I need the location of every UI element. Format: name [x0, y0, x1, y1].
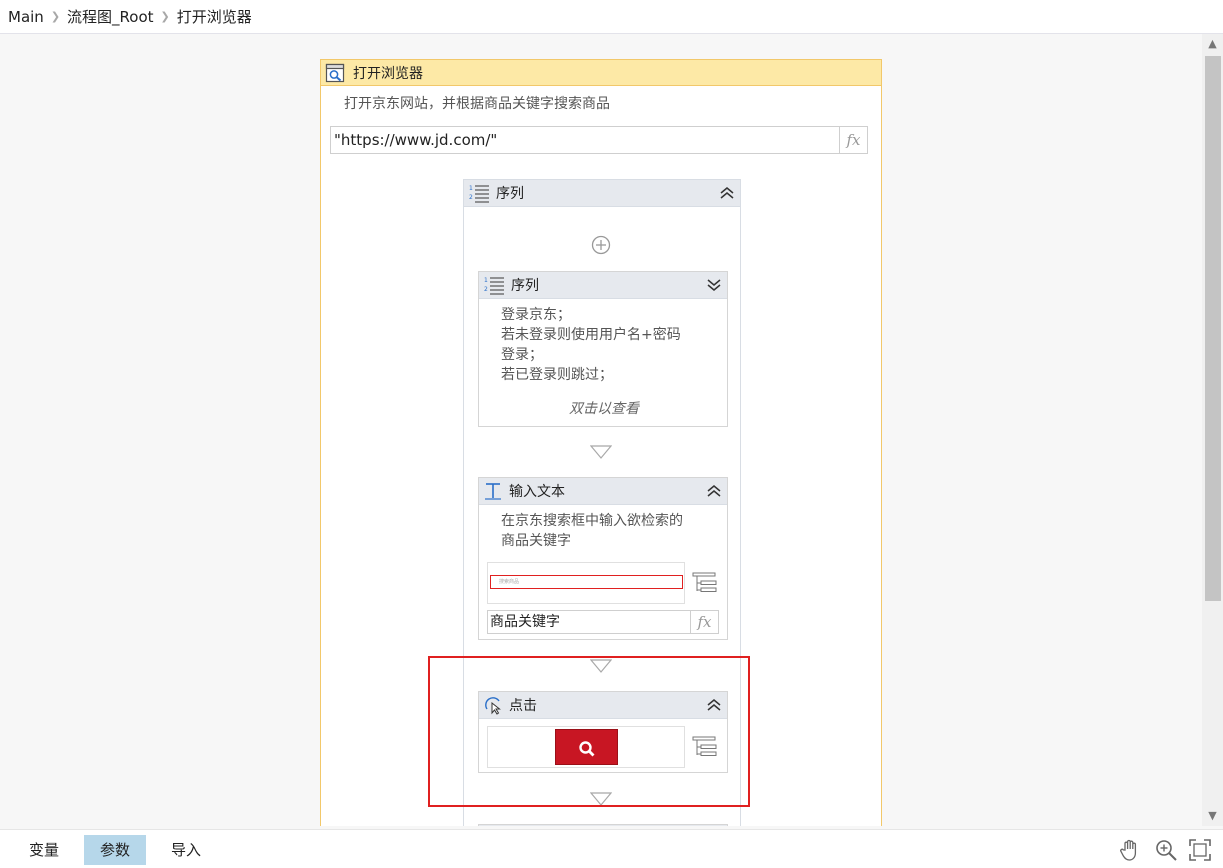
expand-icon[interactable]	[705, 276, 723, 294]
keyword-input[interactable]: 商品关键字	[487, 610, 691, 634]
bottom-panel-bar: 变量 参数 导入	[0, 829, 1223, 868]
open-browser-title: 打开浏览器	[353, 65, 423, 82]
login-sequence-header[interactable]: 1 2 序列	[479, 272, 727, 299]
breadcrumb: Main ❯ 流程图_Root ❯ 打开浏览器	[0, 0, 1223, 34]
tab-imports[interactable]: 导入	[155, 835, 217, 865]
sequence-list-icon: 1 2	[469, 185, 489, 203]
designer-canvas[interactable]: 打开浏览器 打开京东网站，并根据商品关键字搜索商品 "https://www.j…	[0, 34, 1202, 826]
input-text-header[interactable]: 输入文本	[479, 478, 727, 505]
url-fx-button[interactable]: fx	[840, 126, 868, 154]
target-element-preview[interactable]: 搜索商品	[487, 562, 685, 604]
tab-arguments[interactable]: 参数	[84, 835, 147, 865]
description-line: 在京东搜索框中输入欲检索的	[501, 513, 683, 529]
svg-text:2: 2	[484, 286, 488, 293]
svg-text:2: 2	[469, 194, 473, 201]
input-text-activity[interactable]: 输入文本 在京东搜索框中输入欲检索的 商品关键字 搜索商品 商品关键字 fx	[478, 477, 728, 640]
search-box-preview: 搜索商品	[490, 575, 683, 589]
chevron-right-icon: ❯	[160, 10, 170, 23]
input-text-title: 输入文本	[509, 484, 565, 500]
fit-to-screen-icon[interactable]	[1188, 838, 1212, 862]
next-activity[interactable]	[478, 824, 728, 826]
vertical-scrollbar[interactable]: ▲ ▼	[1202, 34, 1223, 826]
input-text-description: 在京东搜索框中输入欲检索的 商品关键字	[479, 505, 727, 551]
add-activity-icon[interactable]	[591, 235, 611, 255]
sequence-title: 序列	[496, 186, 524, 202]
scrollbar-thumb[interactable]	[1205, 56, 1221, 601]
login-sequence-title: 序列	[511, 278, 539, 294]
url-input[interactable]: "https://www.jd.com/"	[330, 126, 840, 154]
tab-variables[interactable]: 变量	[13, 835, 75, 865]
login-sequence-activity[interactable]: 1 2 序列 登录京东； 若未登录则使用用户名+密码 登录； 若已登录则跳过； …	[478, 271, 728, 427]
sequence-header[interactable]: 1 2 序列	[464, 180, 740, 207]
scroll-down-icon[interactable]: ▼	[1202, 806, 1223, 826]
breadcrumb-item-main[interactable]: Main	[8, 8, 44, 26]
svg-text:1: 1	[469, 185, 473, 192]
pan-hand-icon[interactable]	[1118, 838, 1142, 862]
open-browser-header[interactable]: 打开浏览器	[321, 60, 881, 86]
description-line: 登录京东；	[501, 307, 571, 323]
browser-icon	[325, 63, 345, 82]
svg-text:1: 1	[484, 277, 488, 284]
breadcrumb-item-flowchart[interactable]: 流程图_Root	[67, 6, 154, 27]
description-line: 若未登录则使用用户名+密码	[501, 327, 681, 343]
scroll-up-icon[interactable]: ▲	[1202, 34, 1223, 54]
next-activity-header[interactable]	[479, 825, 727, 826]
element-tree-icon[interactable]	[692, 571, 718, 595]
collapse-icon[interactable]	[705, 482, 723, 500]
highlight-box	[428, 656, 750, 807]
description-line: 商品关键字	[501, 533, 571, 549]
chevron-right-icon: ❯	[50, 10, 61, 23]
keyword-row: 商品关键字 fx	[487, 610, 719, 634]
zoom-in-icon[interactable]	[1154, 838, 1178, 862]
login-sequence-description: 登录京东； 若未登录则使用用户名+密码 登录； 若已登录则跳过；	[479, 299, 727, 385]
drop-arrow-icon	[590, 445, 612, 459]
description-line: 登录；	[501, 347, 543, 363]
sequence-list-icon: 1 2	[484, 277, 504, 295]
description-line: 若已登录则跳过；	[501, 367, 613, 383]
url-row: "https://www.jd.com/" fx	[330, 126, 868, 154]
preview-placeholder: 搜索商品	[499, 579, 520, 585]
keyword-fx-button[interactable]: fx	[691, 610, 719, 634]
open-browser-description: 打开京东网站，并根据商品关键字搜索商品	[344, 96, 610, 112]
text-input-icon	[485, 483, 501, 500]
collapse-icon[interactable]	[718, 184, 736, 202]
double-click-hint: 双击以查看	[569, 401, 639, 417]
breadcrumb-item-open-browser[interactable]: 打开浏览器	[177, 6, 252, 27]
